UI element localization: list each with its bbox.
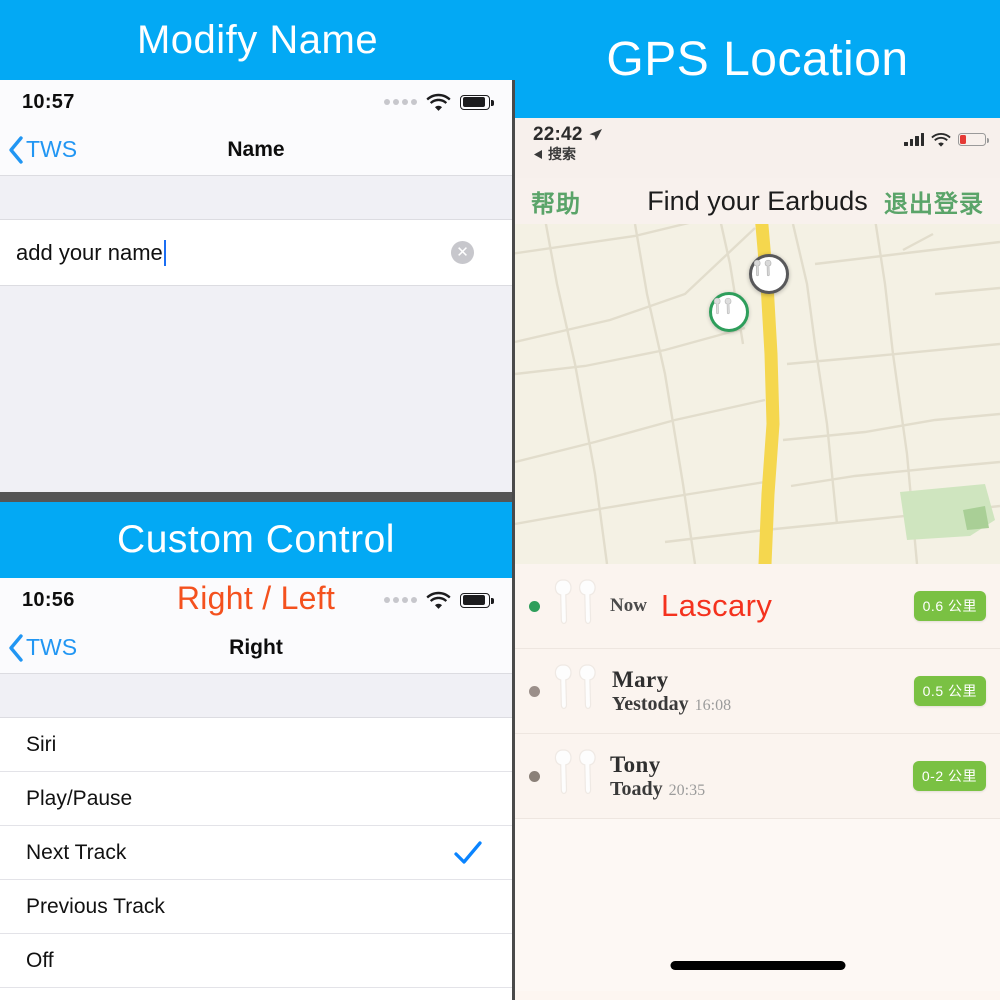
back-button-label: TWS bbox=[26, 136, 78, 162]
option-row-siri[interactable]: Siri bbox=[0, 718, 512, 772]
back-to-app-button[interactable]: 搜索 bbox=[533, 144, 984, 164]
left-column: Modify Name 10:57 TWS Name add your name… bbox=[0, 0, 515, 1000]
group-spacer-top bbox=[0, 176, 512, 220]
distance-badge: 0-2 公里 bbox=[912, 761, 986, 791]
distance-badge: 0.5 公里 bbox=[913, 676, 986, 706]
option-row-play-pause[interactable]: Play/Pause bbox=[0, 772, 512, 826]
device-last-seen: Toady 20:35 bbox=[610, 778, 705, 801]
status-dot-offline bbox=[529, 685, 540, 697]
name-input-row[interactable]: add your name ✕ bbox=[0, 220, 512, 286]
option-label: Previous Track bbox=[26, 894, 165, 918]
chevron-left-icon bbox=[9, 135, 23, 164]
right-column: GPS Location 22:42 搜索 帮助 Find your Earbu… bbox=[515, 0, 1000, 1000]
status-bar-gps: 22:42 搜索 bbox=[515, 118, 1000, 178]
device-last-seen: Yestoday 16:08 bbox=[612, 693, 731, 716]
panel-background-filler bbox=[0, 286, 512, 492]
home-indicator[interactable] bbox=[670, 961, 845, 970]
earbuds-icon bbox=[753, 259, 772, 277]
list-empty-area bbox=[515, 819, 1000, 991]
device-list: Now Lascary 0.6 公里 Mary Yestoday 16:08 0… bbox=[515, 564, 1000, 991]
chevron-left-icon bbox=[9, 633, 23, 662]
earbuds-marker-road[interactable] bbox=[749, 254, 789, 294]
device-row-lascary[interactable]: Now Lascary 0.6 公里 bbox=[515, 564, 1000, 649]
earbuds-icon bbox=[554, 749, 596, 795]
triangle-left-icon bbox=[534, 149, 542, 159]
option-label: Play/Pause bbox=[26, 786, 133, 810]
nav-bar-custom-control: TWS Right bbox=[0, 622, 512, 674]
banner-modify-name: Modify Name bbox=[0, 0, 515, 80]
signal-dots-icon bbox=[384, 99, 417, 105]
device-info: Mary Yestoday 16:08 bbox=[610, 667, 914, 716]
panel-custom-control: Custom Control 10:56 Right / Left TWS Ri… bbox=[0, 502, 512, 1000]
device-info: Tony Toady 20:35 bbox=[610, 752, 913, 801]
banner-gps-location: GPS Location bbox=[515, 0, 1000, 118]
wifi-icon bbox=[426, 93, 451, 111]
earbuds-icon bbox=[554, 664, 596, 710]
earbuds-icon bbox=[554, 579, 596, 625]
status-icons bbox=[384, 93, 494, 111]
status-dot-offline bbox=[529, 770, 540, 782]
page-title-find-your-earbuds: Find your Earbuds bbox=[647, 185, 868, 216]
text-caret bbox=[163, 239, 166, 266]
group-spacer-options bbox=[0, 674, 512, 718]
battery-full-icon bbox=[460, 94, 494, 110]
option-row-next-track[interactable]: Next Track bbox=[0, 826, 512, 880]
battery-full-icon bbox=[460, 592, 494, 608]
status-dot-online bbox=[529, 600, 540, 612]
map-view[interactable] bbox=[515, 224, 1000, 564]
device-row-mary[interactable]: Mary Yestoday 16:08 0.5 公里 bbox=[515, 649, 1000, 734]
nav-bar-modify-name: TWS Name bbox=[0, 124, 512, 176]
status-time: 22:42 bbox=[533, 124, 583, 145]
overlay-label-right-left: Right / Left bbox=[176, 580, 336, 616]
battery-low-icon bbox=[958, 133, 989, 146]
option-label: Next Track bbox=[26, 840, 127, 864]
earbuds-marker-active[interactable] bbox=[709, 292, 749, 332]
device-name: Tony bbox=[610, 751, 661, 777]
device-info: Now Lascary bbox=[610, 588, 914, 624]
back-button-label: TWS bbox=[26, 634, 78, 660]
option-label: Off bbox=[26, 948, 54, 972]
option-row-previous-track[interactable]: Previous Track bbox=[0, 880, 512, 934]
device-last-seen-day: Yestoday bbox=[612, 692, 689, 715]
screenshot-root: Modify Name 10:57 TWS Name add your name… bbox=[0, 0, 1000, 1000]
location-arrow-icon bbox=[589, 128, 602, 141]
option-row-off[interactable]: Off bbox=[0, 934, 512, 988]
panel-modify-name: 10:57 TWS Name add your name ✕ bbox=[0, 80, 512, 492]
banner-custom-control: Custom Control bbox=[0, 502, 512, 578]
back-button-tws[interactable]: TWS bbox=[0, 135, 77, 165]
clear-circle-icon[interactable]: ✕ bbox=[451, 241, 474, 264]
device-row-tony[interactable]: Tony Toady 20:35 0-2 公里 bbox=[515, 734, 1000, 819]
device-timestamp: Now bbox=[610, 595, 647, 616]
panel-gps-location: 22:42 搜索 帮助 Find your Earbuds 退出登录 Now L… bbox=[515, 118, 1000, 1000]
device-name: Mary bbox=[612, 666, 669, 692]
device-last-seen-day: Toady bbox=[610, 777, 663, 800]
checkmark-icon bbox=[454, 840, 482, 864]
back-to-app-label: 搜索 bbox=[548, 146, 576, 162]
status-bar-custom-control: 10:56 Right / Left bbox=[0, 578, 512, 622]
device-name: Lascary bbox=[660, 588, 773, 623]
device-last-seen-time: 20:35 bbox=[668, 781, 706, 799]
device-last-seen-time: 16:08 bbox=[694, 696, 732, 714]
distance-badge: 0.6 公里 bbox=[913, 591, 986, 621]
earbuds-icon bbox=[713, 297, 732, 315]
back-button-tws[interactable]: TWS bbox=[0, 633, 77, 663]
status-icons bbox=[904, 132, 989, 147]
signal-bars-icon bbox=[904, 133, 924, 146]
wifi-icon bbox=[931, 132, 951, 147]
name-input-value[interactable]: add your name bbox=[16, 240, 163, 266]
panel-divider bbox=[0, 492, 512, 502]
option-label: Siri bbox=[26, 732, 57, 756]
status-bar-modify-name: 10:57 bbox=[0, 80, 512, 124]
status-time: 10:57 bbox=[22, 90, 75, 113]
nav-bar-gps: 帮助 Find your Earbuds 退出登录 bbox=[515, 178, 1000, 224]
